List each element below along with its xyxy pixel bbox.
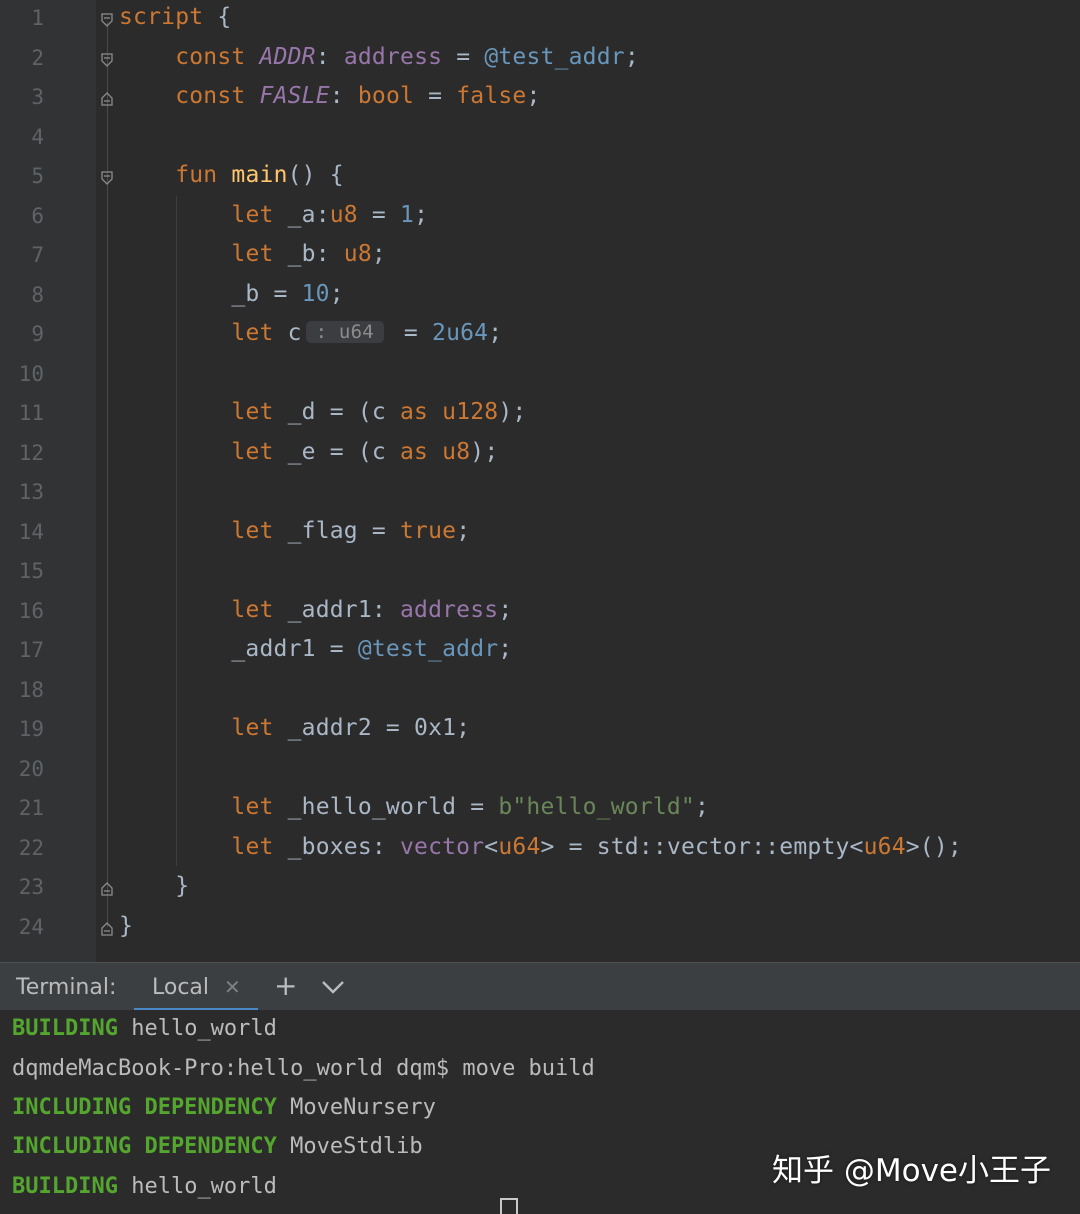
code-line[interactable]: 22 let _boxes: vector<u64> = std::vector… bbox=[0, 830, 1080, 870]
fold-close-icon[interactable] bbox=[100, 921, 114, 936]
terminal-line: BUILDING hello_world bbox=[12, 1174, 277, 1199]
fold-open-icon[interactable] bbox=[100, 13, 114, 27]
line-number: 6 bbox=[31, 203, 44, 228]
line-number: 16 bbox=[18, 598, 44, 623]
code-line[interactable]: 18 bbox=[0, 672, 1080, 712]
code-text: let c: u64 = 2u64; bbox=[231, 320, 503, 346]
code-line[interactable]: 2 const ADDR: address = @test_addr; bbox=[0, 40, 1080, 80]
line-number: 7 bbox=[31, 243, 44, 267]
line-number: 10 bbox=[18, 361, 44, 386]
line-number: 13 bbox=[18, 480, 44, 504]
fold-open-icon[interactable] bbox=[100, 52, 114, 67]
code-text: let _b: u8; bbox=[231, 241, 386, 267]
fold-close-icon[interactable] bbox=[100, 92, 114, 106]
code-text: script { bbox=[119, 4, 232, 30]
code-text: _addr1 = @test_addr; bbox=[119, 636, 513, 662]
line-number: 24 bbox=[18, 914, 44, 939]
code-line[interactable]: 5 fun main() { bbox=[0, 158, 1080, 198]
watermark: 知乎 @Move小王子 bbox=[772, 1153, 1051, 1189]
code-line[interactable]: 21 let _hello_world = b"hello_world"; bbox=[0, 790, 1080, 830]
terminal-line: BUILDING hello_world bbox=[12, 1016, 277, 1041]
code-text: let _d = (c as u128); bbox=[231, 399, 527, 425]
code-line[interactable]: 7 let _b: u8; bbox=[0, 237, 1080, 277]
terminal-toolbar: Terminal: Local ✕ + bbox=[0, 962, 1080, 1011]
line-number: 15 bbox=[18, 559, 44, 583]
terminal-line: dqmdeMacBook-Pro:hello_world dqm$ move b… bbox=[12, 1056, 595, 1081]
code-line[interactable]: 15 bbox=[0, 553, 1080, 593]
line-number: 21 bbox=[18, 796, 44, 820]
code-text: _b = 10; bbox=[119, 280, 344, 307]
code-text: const FASLE: bool = false; bbox=[175, 83, 541, 109]
code-line[interactable]: 10 bbox=[0, 356, 1080, 396]
code-line[interactable]: 8 _b = 10; bbox=[0, 277, 1080, 317]
code-line[interactable]: 6 let _a:u8 = 1; bbox=[0, 198, 1080, 238]
type-inlay-hint: : u64 bbox=[305, 321, 384, 343]
line-number: 8 bbox=[31, 282, 44, 307]
line-number: 14 bbox=[18, 519, 44, 544]
line-number: 2 bbox=[31, 45, 44, 70]
fold-open-icon[interactable] bbox=[100, 171, 114, 185]
code-line[interactable]: 12 let _e = (c as u8); bbox=[0, 435, 1080, 475]
code-text: let _e = (c as u8); bbox=[231, 438, 499, 465]
code-text: } bbox=[119, 873, 190, 899]
code-line[interactable]: 3 const FASLE: bool = false; bbox=[0, 79, 1080, 119]
code-line[interactable]: 14 let _flag = true; bbox=[0, 514, 1080, 554]
code-text: fun main() { bbox=[175, 162, 344, 188]
line-number: 22 bbox=[18, 835, 44, 860]
code-line[interactable]: 1 script { bbox=[0, 0, 1080, 40]
code-line[interactable]: 24 } bbox=[0, 909, 1080, 949]
code-line[interactable]: 23 } bbox=[0, 869, 1080, 909]
line-number: 5 bbox=[31, 164, 44, 188]
line-number: 3 bbox=[31, 85, 44, 109]
code-text: let _a:u8 = 1; bbox=[231, 201, 429, 228]
terminal-line: INCLUDING DEPENDENCY MoveStdlib bbox=[12, 1134, 423, 1159]
code-text: let _addr2 = 0x1; bbox=[231, 715, 471, 741]
code-line[interactable]: 20 bbox=[0, 751, 1080, 791]
line-number: 9 bbox=[31, 322, 44, 346]
close-icon[interactable]: ✕ bbox=[224, 975, 241, 999]
terminal-line: INCLUDING DEPENDENCY MoveNursery bbox=[12, 1095, 436, 1120]
chevron-down-icon[interactable] bbox=[320, 977, 346, 997]
code-text: const ADDR: address = @test_addr; bbox=[175, 43, 639, 70]
line-number: 19 bbox=[18, 717, 44, 741]
mouse-cursor-icon bbox=[500, 1198, 518, 1214]
line-number: 18 bbox=[18, 677, 44, 702]
code-text: } bbox=[119, 912, 134, 939]
line-number: 11 bbox=[18, 401, 44, 425]
line-number: 17 bbox=[18, 638, 44, 662]
terminal-title: Terminal: bbox=[16, 975, 117, 1000]
line-number: 1 bbox=[31, 6, 44, 30]
line-number: 12 bbox=[18, 440, 44, 465]
plus-icon[interactable]: + bbox=[274, 969, 297, 1002]
code-line[interactable]: 19 let _addr2 = 0x1; bbox=[0, 711, 1080, 751]
code-text: let _boxes: vector<u64> = std::vector::e… bbox=[231, 833, 962, 860]
code-line[interactable]: 4 bbox=[0, 119, 1080, 159]
code-line[interactable]: 17 _addr1 = @test_addr; bbox=[0, 632, 1080, 672]
code-line[interactable]: 13 bbox=[0, 474, 1080, 514]
code-text: let _hello_world = b"hello_world"; bbox=[231, 794, 710, 820]
tab-label: Local bbox=[152, 975, 210, 1000]
code-text: let _flag = true; bbox=[231, 517, 471, 544]
fold-close-icon[interactable] bbox=[100, 882, 114, 896]
code-line[interactable]: 11 let _d = (c as u128); bbox=[0, 395, 1080, 435]
code-line[interactable]: 9 let c: u64 = 2u64; bbox=[0, 316, 1080, 356]
code-text: let _addr1: address; bbox=[231, 596, 513, 623]
line-number: 4 bbox=[31, 124, 44, 149]
line-number: 23 bbox=[18, 875, 44, 899]
line-number: 20 bbox=[18, 756, 44, 781]
code-editor[interactable]: 1 script { 2 const ADDR: address = @test… bbox=[0, 0, 1080, 962]
tab-local[interactable]: Local ✕ bbox=[134, 963, 258, 1011]
code-line[interactable]: 16 let _addr1: address; bbox=[0, 593, 1080, 633]
